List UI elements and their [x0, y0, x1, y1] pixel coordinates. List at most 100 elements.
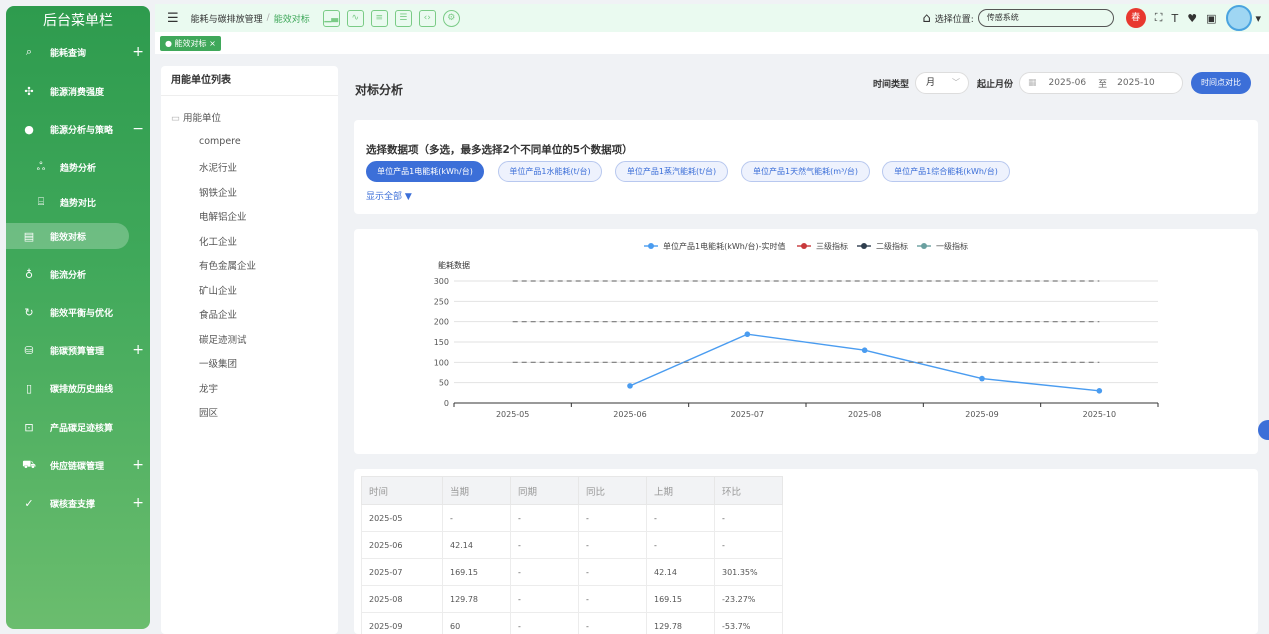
sidebar-item-energy-query[interactable]: ⌕ 能耗查询 + [6, 39, 150, 65]
tree-item[interactable]: 一级集团 [199, 356, 237, 370]
column-header: 上期 [646, 476, 715, 505]
tree-item[interactable]: 矿山企业 [199, 283, 237, 297]
top-right-tools: ⌂ 选择位置: 传感系统 春 ⛶ T ♥ ▣ ▾ [922, 5, 1261, 31]
tree-item[interactable]: 园区 [199, 405, 218, 419]
sidebar-item-trend-compare[interactable]: ⌸ 趋势对比 [6, 189, 150, 215]
table-cell: - [578, 504, 647, 532]
sidebar-item-balance[interactable]: ↻ 能效平衡与优化 [6, 299, 150, 325]
tree-item[interactable]: compere [199, 136, 241, 147]
column-header: 时间 [361, 476, 443, 505]
month-range-picker[interactable]: ▦ 2025-06 至 2025-10 [1019, 72, 1183, 94]
table-cell: - [578, 612, 647, 634]
time-type-label: 时间类型 [872, 79, 909, 90]
data-point [1096, 388, 1103, 394]
code-icon[interactable]: ‹› [418, 9, 436, 27]
menu-toggle-icon[interactable]: ☰ [167, 11, 179, 26]
table-cell: 42.14 [442, 531, 511, 559]
tag-benchmark[interactable]: ● 能效对标 × [160, 36, 221, 51]
legend-marker [921, 243, 927, 249]
start-month[interactable]: 2025-06 [1049, 78, 1087, 88]
sidebar-item-budget[interactable]: ⛁ 能碳预算管理 + [6, 337, 150, 363]
legend-label: 单位产品1电能耗(kWh/台)-实时值 [663, 241, 786, 251]
data-table: 时间 当期 同期 同比 上期 环比 2025-05- - - - -2025-06 42.… [361, 476, 783, 634]
x-tick-label: 2025-06 [613, 410, 646, 419]
file-icon[interactable]: ▣ [1206, 12, 1216, 25]
expand-icon[interactable]: + [132, 342, 144, 358]
legend-label: 三级指标 [816, 241, 848, 251]
table-cell: 2025-08 [361, 585, 443, 613]
avatar[interactable] [1226, 5, 1253, 31]
breadcrumb-parent[interactable]: 能耗与碳排放管理 [191, 12, 263, 25]
tree-item[interactable]: 钢铁企业 [199, 185, 237, 199]
time-compare-button[interactable]: 时间点对比 [1191, 72, 1251, 94]
table-cell: - [646, 504, 715, 532]
line-chart: 能耗数据 0 50 100 150 200 250 300 2025-05 2025-06 2025… [434, 241, 1159, 419]
chevron-down-icon[interactable]: ▾ [1255, 12, 1261, 25]
unit-list-title: 用能单位列表 [161, 66, 338, 96]
sidebar-item-carbon-verify[interactable]: ✓ 碳核查支撑 + [6, 490, 150, 516]
show-all-link[interactable]: 显示全部 ▼ [366, 189, 412, 202]
line-chart-icon[interactable]: ∿ [346, 9, 364, 27]
breadcrumb-current: 能效对标 [273, 14, 310, 25]
floating-assistant-icon[interactable] [1258, 420, 1269, 440]
benchmark-icon: ▤ [23, 229, 35, 243]
expand-icon[interactable]: + [132, 44, 144, 60]
notification-badge[interactable]: 春 [1125, 8, 1146, 28]
sidebar-item-label: 能流分析 [50, 270, 87, 281]
report-icon[interactable]: ☰ [394, 9, 412, 27]
tree-item[interactable]: 龙宇 [199, 381, 218, 395]
font-size-icon[interactable]: T [1171, 12, 1178, 25]
tree-item[interactable]: 水泥行业 [199, 160, 237, 174]
data-item-pill[interactable]: 单位产品1综合能耗(kWh/台) [882, 161, 1010, 182]
legend-label: 一级指标 [936, 241, 968, 251]
lightbulb-icon: ● [24, 122, 34, 136]
document-icon[interactable]: ≡ [370, 9, 388, 27]
table-row: 2025-09 60- -129.78 -53.7% [361, 612, 783, 634]
sidebar-item-supply-chain[interactable]: ⛟ 供应链碳管理 + [6, 452, 150, 478]
sidebar-item-label: 趋势对比 [60, 198, 97, 209]
data-item-pill[interactable]: 单位产品1蒸汽能耗(t/台) [615, 161, 728, 182]
table-cell: 169.15 [442, 558, 511, 586]
sidebar-item-energy-analysis[interactable]: ● 能源分析与策略 − [6, 116, 150, 142]
tree-root[interactable]: ▭ 用能单位 [171, 110, 221, 124]
tree-item[interactable]: 化工企业 [199, 234, 237, 248]
tree-item[interactable]: 食品企业 [199, 307, 237, 321]
tree-item[interactable]: 碳足迹测试 [199, 332, 247, 346]
fullscreen-icon[interactable]: ⛶ [1155, 11, 1163, 25]
expand-icon[interactable]: + [132, 457, 144, 473]
y-tick-label: 0 [444, 399, 449, 408]
sidebar-item-label: 能效平衡与优化 [50, 308, 114, 319]
table-cell: 129.78 [646, 612, 715, 634]
time-type-select[interactable]: 月 [914, 72, 969, 94]
home-icon[interactable]: ⌂ [922, 11, 930, 26]
end-month[interactable]: 2025-10 [1117, 78, 1155, 88]
location-label: 选择位置: [934, 14, 974, 25]
database-icon: ⛁ [24, 343, 34, 357]
sidebar-item-benchmark[interactable]: ▤ 能效对标 [6, 223, 129, 249]
data-point [979, 375, 985, 382]
collapse-icon[interactable]: − [132, 121, 144, 137]
data-item-pill[interactable]: 单位产品1水能耗(t/台) [498, 161, 602, 182]
sidebar-item-carbon-history[interactable]: ▯ 碳排放历史曲线 [6, 375, 150, 401]
tree-item[interactable]: 电解铝企业 [199, 209, 247, 223]
sidebar-item-carbon-footprint[interactable]: ⊡ 产品碳足迹核算 [6, 414, 150, 440]
expand-icon[interactable]: + [132, 495, 144, 511]
sidebar-item-label: 能碳预算管理 [50, 346, 105, 357]
table-card: 时间 当期 同期 同比 上期 环比 2025-05- - - - -2025-06 42.… [354, 469, 1258, 634]
settings-gear-icon[interactable]: ⚙ [442, 9, 460, 27]
y-tick-label: 150 [434, 338, 449, 347]
table-cell: - [714, 504, 783, 532]
tree-item[interactable]: 有色金属企业 [199, 258, 256, 272]
sidebar-item-consumption-intensity[interactable]: ✣ 能源消费强度 [6, 78, 150, 104]
sidebar-item-flow-analysis[interactable]: ♁ 能流分析 [6, 261, 150, 287]
sidebar: 后台菜单栏 ⌕ 能耗查询 + ✣ 能源消费强度 ● 能源分析与策略 − ஃ 趋势… [6, 6, 150, 629]
trend-icon: ஃ [36, 159, 46, 173]
location-select[interactable]: 传感系统 [977, 9, 1114, 27]
data-item-pill[interactable]: 单位产品1电能耗(kWh/台) [366, 161, 484, 182]
column-header: 当期 [442, 476, 511, 505]
data-item-pill[interactable]: 单位产品1天然气能耗(m³/台) [741, 161, 870, 182]
bar-chart-icon[interactable]: ▁▃ [322, 9, 340, 27]
x-tick-label: 2025-09 [965, 410, 998, 419]
sidebar-item-trend-analysis[interactable]: ஃ 趋势分析 [6, 154, 150, 180]
theme-shirt-icon[interactable]: ♥ [1187, 12, 1197, 25]
